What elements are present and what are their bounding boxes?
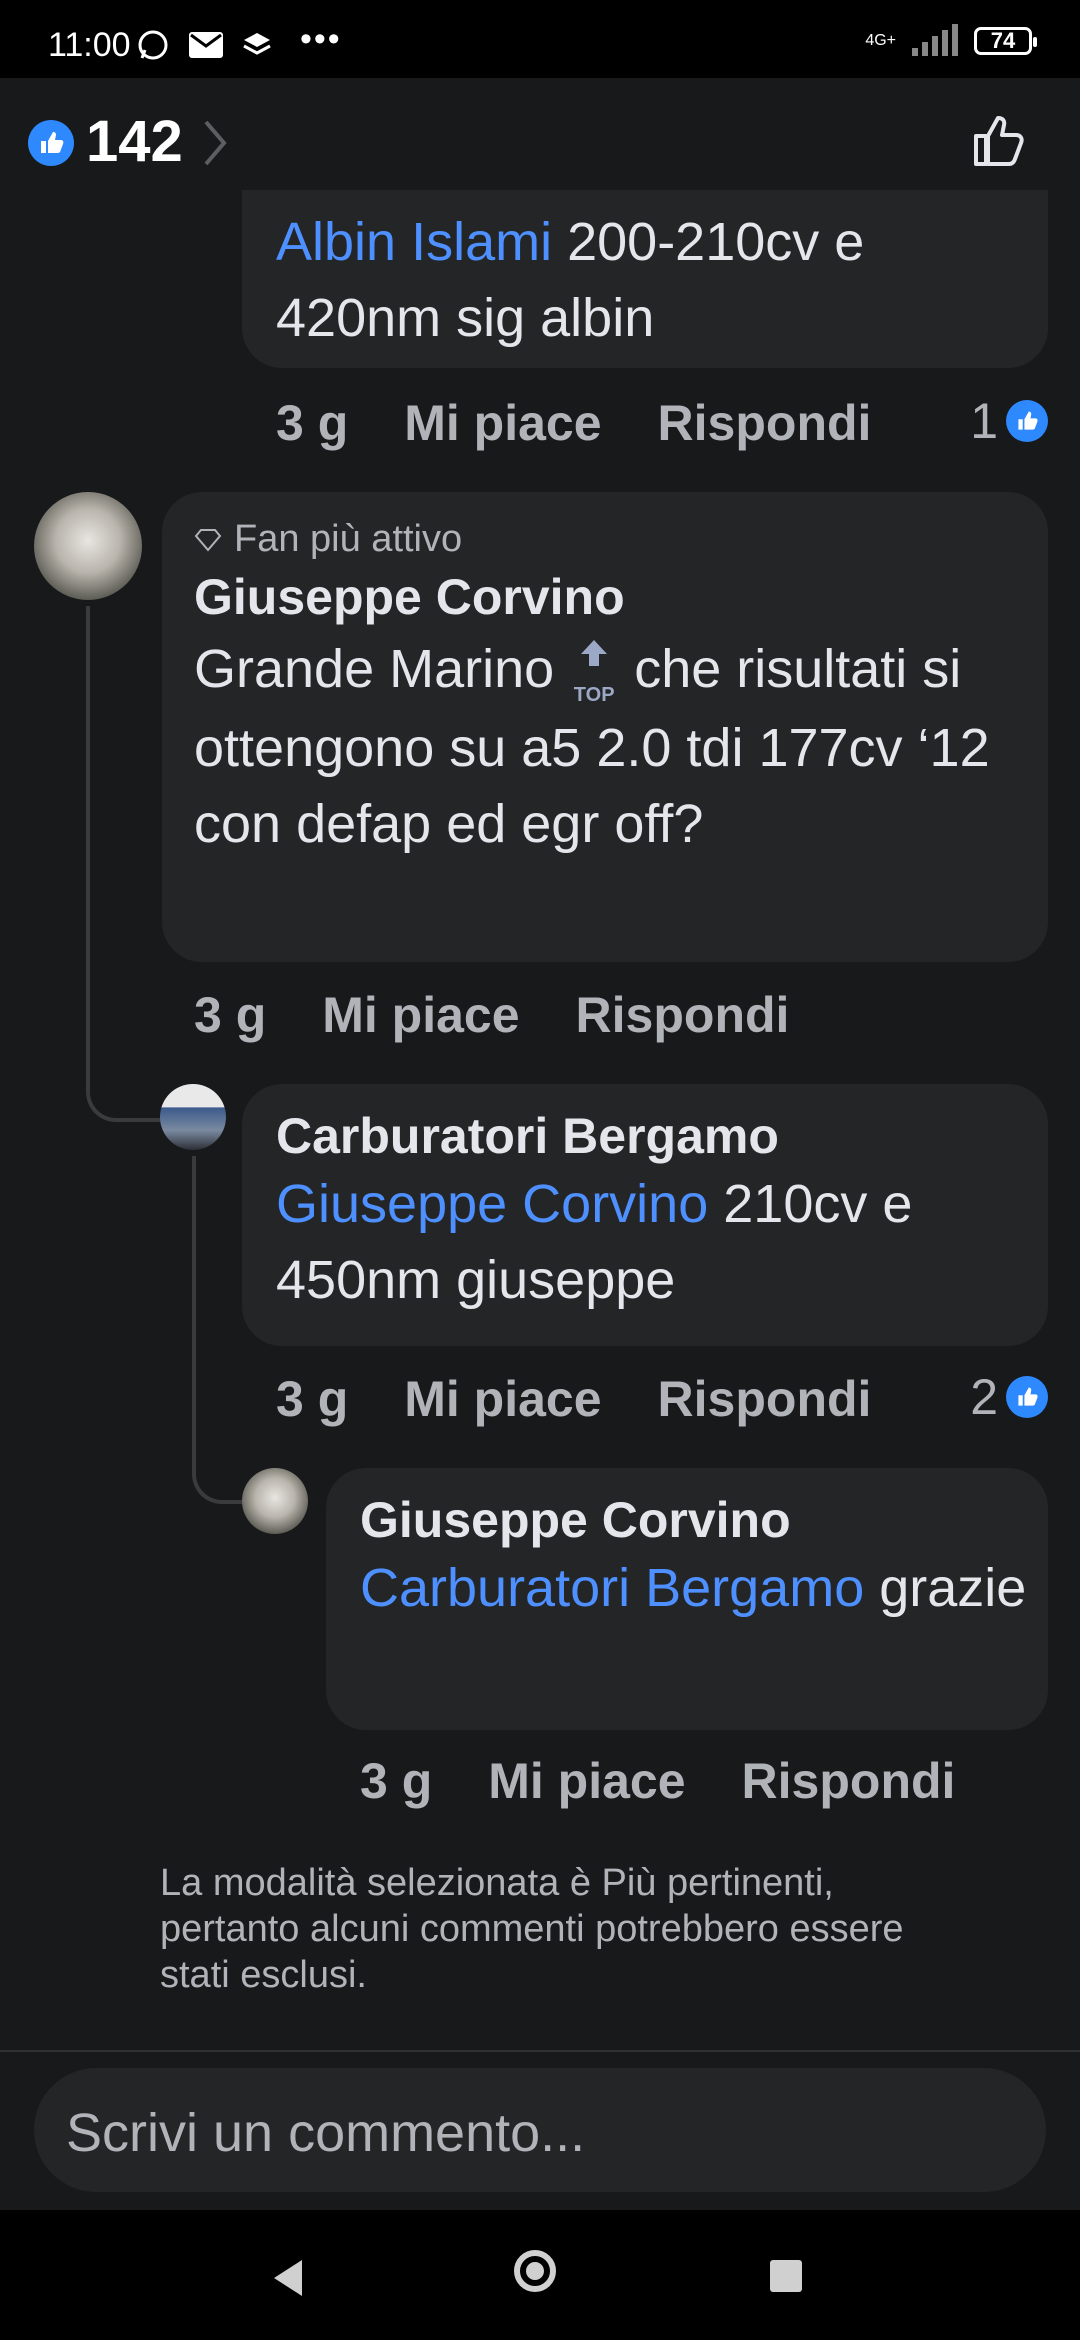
reply-comment-button[interactable]: Rispondi xyxy=(658,1370,872,1428)
comment-actions: 3 g Mi piace Rispondi xyxy=(194,986,789,1044)
like-button-icon[interactable] xyxy=(970,112,1028,170)
status-right: 4G+ 74 xyxy=(865,24,1037,58)
comment-text: Grande Marino TOP che risultati si otten… xyxy=(194,631,1024,862)
reply-comment-button[interactable]: Rispondi xyxy=(658,394,872,452)
avatar[interactable] xyxy=(242,1468,308,1534)
reaction-summary[interactable]: 1 xyxy=(970,392,1048,450)
layers-icon xyxy=(243,33,271,55)
mail-icon xyxy=(189,32,223,58)
comment-input[interactable]: Scrivi un commento... xyxy=(34,2068,1046,2192)
reply-comment-button[interactable]: Rispondi xyxy=(742,1752,956,1810)
thread-line xyxy=(192,1156,248,1504)
like-comment-button[interactable]: Mi piace xyxy=(488,1752,685,1810)
comment-author[interactable]: Carburatori Bergamo xyxy=(276,1106,1026,1166)
like-comment-button[interactable]: Mi piace xyxy=(404,394,601,452)
comment-bubble: Carburatori Bergamo Giuseppe Corvino 210… xyxy=(242,1084,1048,1346)
network-type: 4G+ xyxy=(865,32,896,49)
comment-actions: 3 g Mi piace Rispondi xyxy=(360,1752,955,1810)
like-reaction-icon xyxy=(1006,400,1048,442)
like-comment-button[interactable]: Mi piace xyxy=(404,1370,601,1428)
top-arrow-emoji: TOP xyxy=(569,635,619,710)
thread-line xyxy=(86,606,162,1122)
comment-bubble: Giuseppe Corvino Carburatori Bergamo gra… xyxy=(326,1468,1048,1730)
reaction-count: 1 xyxy=(970,393,998,449)
comment-time: 3 g xyxy=(276,395,349,451)
comment-bubble: Albin Islami 200-210cv e 420nm sig albin xyxy=(242,190,1048,368)
reply-comment-button[interactable]: Rispondi xyxy=(576,986,790,1044)
reaction-summary[interactable]: 2 xyxy=(970,1368,1048,1426)
avatar[interactable] xyxy=(160,1084,226,1150)
comment-actions: 3 g Mi piace Rispondi xyxy=(276,1370,871,1428)
likes-count[interactable]: 142 xyxy=(86,108,183,175)
chevron-right-icon[interactable] xyxy=(200,118,230,168)
mention-link[interactable]: Giuseppe Corvino xyxy=(276,1174,708,1234)
comment-author[interactable]: Giuseppe Corvino xyxy=(194,567,1024,627)
top-fan-badge: Fan più attivo xyxy=(194,518,1024,561)
comment-time: 3 g xyxy=(194,987,267,1043)
battery-icon: 74 xyxy=(974,27,1037,55)
badge-label: Fan più attivo xyxy=(234,518,463,560)
comment-text: Albin Islami 200-210cv e 420nm sig albin xyxy=(276,204,1016,356)
comment-time: 3 g xyxy=(360,1753,433,1809)
comment-time: 3 g xyxy=(276,1371,349,1427)
like-reaction-icon xyxy=(28,120,74,166)
comment-input-placeholder: Scrivi un commento... xyxy=(66,2103,586,2163)
status-bar: 11:00 ••• 4G+ 74 xyxy=(0,0,1080,78)
comment-text: Giuseppe Corvino 210cv e 450nm giuseppe xyxy=(276,1166,1026,1318)
system-nav-bar xyxy=(0,2210,1080,2340)
reaction-count: 2 xyxy=(970,1369,998,1425)
comment-bubble: Fan più attivo Giuseppe Corvino Grande M… xyxy=(162,492,1048,962)
home-icon[interactable] xyxy=(514,2250,556,2292)
comment-actions: 3 g Mi piace Rispondi xyxy=(276,394,871,452)
status-app-icons xyxy=(136,28,272,62)
recents-icon[interactable] xyxy=(770,2260,802,2292)
battery-level: 74 xyxy=(990,28,1016,53)
mention-link[interactable]: Albin Islami xyxy=(276,212,552,272)
like-comment-button[interactable]: Mi piace xyxy=(322,986,519,1044)
comment-body: Grande Marino xyxy=(194,639,570,699)
comment-body: grazie xyxy=(864,1558,1027,1618)
comment-text: Carburatori Bergamo grazie xyxy=(360,1550,1030,1626)
status-time: 11:00 xyxy=(48,26,131,64)
comment-author[interactable]: Giuseppe Corvino xyxy=(360,1490,1030,1550)
signal-icon xyxy=(912,24,958,56)
mention-link[interactable]: Carburatori Bergamo xyxy=(360,1558,864,1618)
diamond-icon xyxy=(194,528,222,552)
avatar[interactable] xyxy=(34,492,142,600)
filter-note: La modalità selezionata è Più pertinenti… xyxy=(160,1862,904,1996)
like-reaction-icon xyxy=(1006,1376,1048,1418)
whatsapp-icon xyxy=(138,30,168,60)
more-notifications-icon: ••• xyxy=(300,20,342,58)
back-icon[interactable] xyxy=(270,2258,306,2298)
